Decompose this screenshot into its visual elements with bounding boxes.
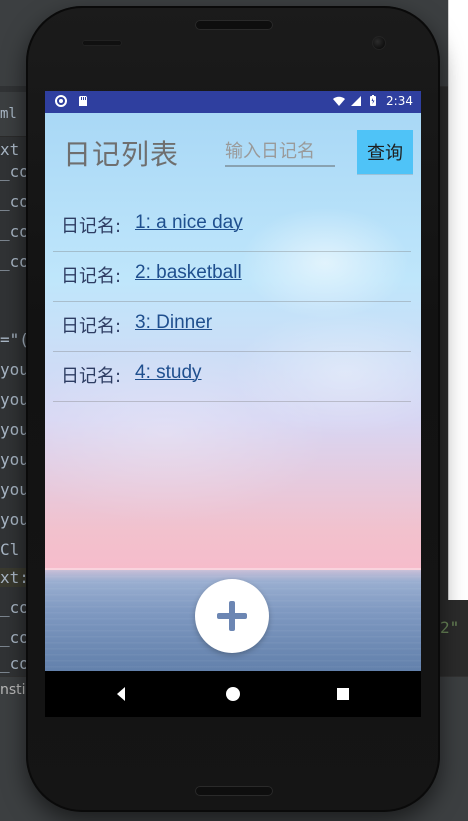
ide-code-line: _co xyxy=(0,192,29,211)
ide-code-line: you xyxy=(0,510,29,529)
ide-right-panel xyxy=(448,0,468,610)
diary-link[interactable]: 1: a nice day xyxy=(135,212,243,234)
status-bar: 2:34 xyxy=(45,91,421,113)
diary-link[interactable]: 2: basketball xyxy=(135,262,242,284)
record-icon xyxy=(55,95,67,107)
status-time: 2:34 xyxy=(386,94,413,108)
camera-icon xyxy=(372,36,386,50)
navigation-bar xyxy=(45,671,421,717)
ide-tab-label: ml xyxy=(0,106,17,122)
sd-card-icon xyxy=(77,95,89,107)
plus-icon xyxy=(213,597,251,635)
ide-code-line: ="( xyxy=(0,330,29,349)
ide-code-line: you xyxy=(0,360,29,379)
signal-icon xyxy=(350,95,362,107)
ide-code-line: you xyxy=(0,450,29,469)
phone-sensors xyxy=(82,40,122,46)
diary-name-prefix: 日记名: xyxy=(61,362,121,388)
ide-code-line: you xyxy=(0,390,29,409)
diary-list-item: 日记名: 3: Dinner xyxy=(53,302,411,352)
battery-icon xyxy=(368,95,380,107)
status-left xyxy=(55,95,89,107)
back-icon[interactable] xyxy=(111,684,131,704)
ide-code-line: _co xyxy=(0,654,29,673)
diary-link[interactable]: 3: Dinner xyxy=(135,312,212,334)
search-button[interactable]: 查询 xyxy=(357,130,413,174)
ide-code-line: _co xyxy=(0,252,29,271)
home-icon[interactable] xyxy=(223,684,243,704)
diary-name-prefix: 日记名: xyxy=(61,312,121,338)
ide-right-snippet: 2" xyxy=(440,618,459,637)
page-title: 日记列表 xyxy=(63,133,179,173)
app-content: 日记列表 查询 日记名: 1: a nice day 日记名: 2: baske… xyxy=(45,113,421,671)
ide-code-line: _co xyxy=(0,628,29,647)
ide-code-line: you xyxy=(0,480,29,499)
add-diary-button[interactable] xyxy=(195,579,269,653)
ide-code-line: Cl xyxy=(0,540,19,559)
diary-link[interactable]: 4: study xyxy=(135,362,202,384)
ide-code-line: xt xyxy=(0,140,19,159)
diary-name-prefix: 日记名: xyxy=(61,262,121,288)
ide-bottom-label: nsti xyxy=(0,682,26,698)
recents-icon[interactable] xyxy=(333,684,353,704)
diary-name-prefix: 日记名: xyxy=(61,212,121,238)
ide-code-line: _co xyxy=(0,598,29,617)
diary-list-item: 日记名: 4: study xyxy=(53,352,411,402)
wifi-icon xyxy=(332,95,344,107)
ide-code-line: you xyxy=(0,420,29,439)
status-right: 2:34 xyxy=(332,94,413,108)
ide-code-line: _co xyxy=(0,222,29,241)
phone-bottom-speaker xyxy=(195,786,273,796)
ide-code-line: _co xyxy=(0,162,29,181)
phone-top-speaker xyxy=(195,20,273,30)
search-input[interactable] xyxy=(225,137,335,167)
diary-list-item: 日记名: 2: basketball xyxy=(53,252,411,302)
ide-right-panel-bottom xyxy=(438,600,468,680)
phone-screen: 2:34 日记列表 查询 日记名: 1: a nice day 日记名: 2: … xyxy=(45,91,421,717)
diary-list: 日记名: 1: a nice day 日记名: 2: basketball 日记… xyxy=(53,202,411,402)
diary-list-item: 日记名: 1: a nice day xyxy=(53,202,411,252)
